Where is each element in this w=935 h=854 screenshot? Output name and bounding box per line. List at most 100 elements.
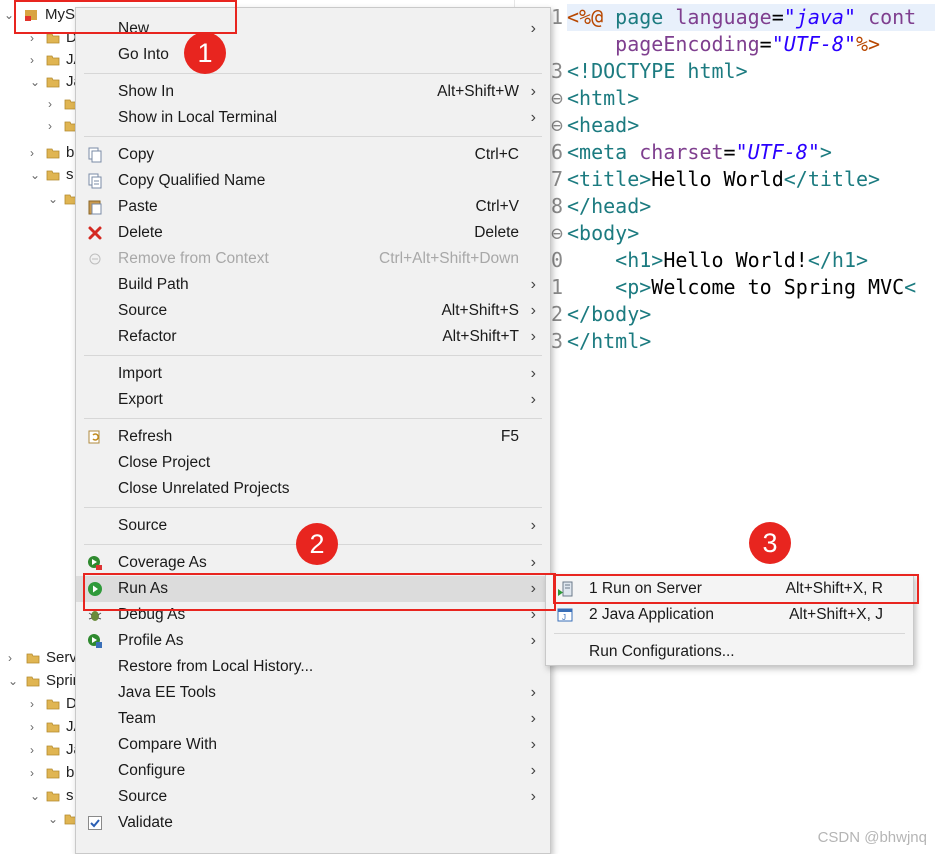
- code-token: =: [759, 32, 772, 56]
- menu-item-shortcut: F5: [500, 428, 519, 445]
- chevron-right-icon[interactable]: ›: [30, 762, 42, 784]
- chevron-right-icon: ›: [530, 20, 536, 37]
- menu-item-close-unrelated-projects[interactable]: Close Unrelated Projects: [76, 476, 550, 502]
- annotation-box-run-as: [83, 573, 556, 611]
- code-token: "UTF-8": [771, 32, 857, 56]
- chevron-right-icon: ›: [530, 762, 536, 779]
- code-token: <: [904, 275, 917, 299]
- java-app-icon: J: [557, 607, 573, 623]
- menu-item-close-project[interactable]: Close Project: [76, 450, 550, 476]
- menu-item-refresh[interactable]: Refresh F5: [76, 424, 550, 450]
- menu-item-label: Java EE Tools: [118, 684, 216, 701]
- submenu-item-java-application[interactable]: J 2 Java Application Alt+Shift+X, J: [546, 602, 913, 628]
- code-line[interactable]: <p>Welcome to Spring MVC<: [567, 274, 916, 301]
- copy-icon: [87, 147, 103, 163]
- menu-separator: [84, 73, 542, 74]
- menu-item-validate[interactable]: Validate: [76, 810, 550, 836]
- chevron-right-icon[interactable]: ›: [48, 115, 60, 137]
- submenu-item-run-configurations[interactable]: Run Configurations...: [546, 639, 913, 665]
- chevron-down-icon[interactable]: ⌄: [8, 670, 20, 692]
- menu-item-label: Refactor: [118, 328, 177, 345]
- code-line[interactable]: pageEncoding="UTF-8"%>: [567, 31, 880, 58]
- code-line[interactable]: <html>: [567, 85, 639, 112]
- code-token: <title>: [567, 167, 652, 191]
- menu-item-refactor[interactable]: Refactor Alt+Shift+T ›: [76, 324, 550, 350]
- chevron-down-icon[interactable]: ⌄: [48, 808, 60, 830]
- code-line[interactable]: <title>Hello World</title>: [567, 166, 880, 193]
- profile-icon: [87, 633, 103, 649]
- menu-item-import[interactable]: Import ›: [76, 361, 550, 387]
- chevron-down-icon[interactable]: ⌄: [30, 164, 42, 186]
- code-line[interactable]: <body>: [567, 220, 639, 247]
- menu-item-source[interactable]: Source Alt+Shift+S ›: [76, 298, 550, 324]
- menu-item-configure[interactable]: Configure ›: [76, 758, 550, 784]
- annotation-badge-3: 3: [749, 522, 791, 564]
- menu-item-copy-qualified-name[interactable]: Copy Qualified Name: [76, 168, 550, 194]
- chevron-right-icon: ›: [530, 736, 536, 753]
- menu-item-show-in-local-terminal[interactable]: Show in Local Terminal ›: [76, 105, 550, 131]
- code-token: </head>: [567, 194, 652, 218]
- chevron-down-icon[interactable]: ⌄: [30, 785, 42, 807]
- chevron-right-icon: ›: [530, 710, 536, 727]
- code-line[interactable]: <%@ page language="java" cont: [567, 4, 916, 31]
- menu-item-team[interactable]: Team ›: [76, 706, 550, 732]
- chevron-right-icon[interactable]: ›: [30, 142, 42, 164]
- code-line[interactable]: </head>: [567, 193, 651, 220]
- menu-item-compare-with[interactable]: Compare With ›: [76, 732, 550, 758]
- watermark: CSDN @bhwjnq: [817, 829, 927, 846]
- code-token: Hello World: [651, 167, 784, 191]
- chevron-down-icon[interactable]: ⌄: [30, 71, 42, 93]
- menu-item-label: Source: [118, 788, 168, 805]
- chevron-right-icon[interactable]: ›: [48, 93, 60, 115]
- menu-item-export[interactable]: Export ›: [76, 387, 550, 413]
- code-token: <body>: [567, 221, 640, 245]
- menu-item-label: Build Path: [118, 276, 189, 293]
- code-token: %>: [856, 32, 881, 56]
- folder-icon: [46, 146, 60, 160]
- folder-icon: [46, 53, 60, 67]
- code-line[interactable]: </html>: [567, 328, 651, 355]
- jsp-editor[interactable]: 134⊖5⊖6789⊖0123 <%@ page language="java"…: [515, 0, 935, 852]
- chevron-down-icon[interactable]: ⌄: [48, 188, 60, 210]
- code-token: Hello World!: [663, 248, 808, 272]
- menu-item-restore-from-local-history[interactable]: Restore from Local History...: [76, 654, 550, 680]
- folder-icon: [46, 75, 60, 89]
- menu-item-label: Restore from Local History...: [118, 658, 314, 675]
- menu-separator: [84, 136, 542, 137]
- code-token: </title>: [783, 167, 881, 191]
- menu-item-show-in[interactable]: Show In Alt+Shift+W ›: [76, 79, 550, 105]
- folder-icon: [26, 674, 40, 688]
- menu-item-go-into[interactable]: Go Into: [76, 42, 550, 68]
- code-line[interactable]: <!DOCTYPE html>: [567, 58, 748, 85]
- code-line[interactable]: <meta charset="UTF-8">: [567, 139, 832, 166]
- annotation-badge-2: 2: [296, 523, 338, 565]
- chevron-right-icon[interactable]: ›: [30, 716, 42, 738]
- menu-item-source-3[interactable]: Source ›: [76, 784, 550, 810]
- chevron-right-icon[interactable]: ›: [30, 739, 42, 761]
- menu-item-java-ee-tools[interactable]: Java EE Tools ›: [76, 680, 550, 706]
- code-line[interactable]: <h1>Hello World!</h1>: [567, 247, 868, 274]
- chevron-right-icon: ›: [530, 684, 536, 701]
- tree-item-label: s: [66, 166, 74, 183]
- menu-item-label: Team: [118, 710, 156, 727]
- menu-item-copy[interactable]: Copy Ctrl+C: [76, 142, 550, 168]
- chevron-right-icon[interactable]: ›: [30, 49, 42, 71]
- code-token: cont: [868, 5, 917, 29]
- menu-item-paste[interactable]: Paste Ctrl+V: [76, 194, 550, 220]
- folder-icon: [46, 168, 60, 182]
- menu-item-label: Source: [118, 517, 168, 534]
- chevron-right-icon[interactable]: ›: [30, 693, 42, 715]
- annotation-box-project: [14, 0, 237, 34]
- menu-item-delete[interactable]: Delete Delete: [76, 220, 550, 246]
- code-line[interactable]: </body>: [567, 301, 651, 328]
- submenu-item-shortcut: Alt+Shift+X, J: [789, 606, 883, 623]
- menu-item-label: Export: [118, 391, 163, 408]
- code-line[interactable]: <head>: [567, 112, 639, 139]
- menu-item-profile-as[interactable]: Profile As ›: [76, 628, 550, 654]
- chevron-right-icon: ›: [530, 517, 536, 534]
- code-token: <!DOCTYPE html>: [567, 59, 748, 83]
- menu-item-build-path[interactable]: Build Path ›: [76, 272, 550, 298]
- chevron-right-icon[interactable]: ›: [8, 647, 20, 669]
